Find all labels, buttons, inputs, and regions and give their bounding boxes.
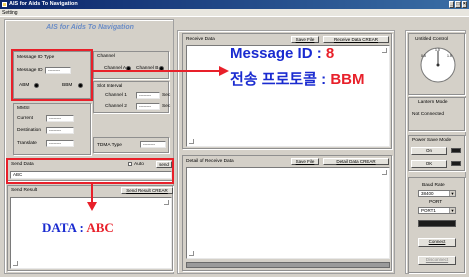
channel1-unit: Sec <box>162 93 171 98</box>
detail-save-button[interactable]: Save File <box>291 158 319 165</box>
center-panel: Receive Data Save File Receive Data CREA… <box>177 30 395 274</box>
annotation-message-id-prefix: Message ID : <box>230 45 326 62</box>
send-data-highlight <box>6 158 174 184</box>
baud-rate-value: 38400 <box>421 191 434 196</box>
chevron-down-icon: ▼ <box>449 191 455 196</box>
destination-label: Destination <box>17 128 41 133</box>
power-save-group: Power Save Mode On OK <box>408 135 465 171</box>
annotation-protocol-prefix: 전송 프로토콜 : <box>230 71 331 88</box>
app-heading: AIS for Aids To Navigation <box>46 24 134 31</box>
baud-rate-label: Baud Rate <box>422 183 445 188</box>
menu-bar: Setting <box>0 9 469 17</box>
resize-grip[interactable] <box>382 170 387 175</box>
connect-button[interactable]: Connect <box>418 238 456 247</box>
disconnect-button[interactable]: Disconnect <box>418 256 456 265</box>
channel-group: Channel Channel A Channel B <box>93 51 169 79</box>
detail-clear-button[interactable]: Detail Data CREAR <box>323 158 389 165</box>
window-title: AIS for Aids To Navigation <box>9 1 78 7</box>
port-select[interactable]: PORT1 ▼ <box>418 207 456 214</box>
detail-data-group: Detail of Receive Data Save File Detail … <box>182 155 392 271</box>
send-result-label: Send Result <box>11 188 38 193</box>
gauge-label-left: 0.5 <box>421 54 426 58</box>
on-button[interactable]: On <box>411 147 447 155</box>
message-id-highlight <box>11 49 93 101</box>
highlight-line-horizontal <box>92 70 222 72</box>
message-id-annotation: Message ID : 8 <box>230 45 334 62</box>
receive-clear-button[interactable]: Receive Data CREAR <box>323 36 389 43</box>
menu-setting[interactable]: Setting <box>2 10 18 16</box>
annotation-data-value: ABC <box>86 220 114 235</box>
window-title-bar: AIS for Aids To Navigation _ □ × <box>0 0 469 9</box>
arrow-right-icon <box>219 66 229 76</box>
current-field[interactable]: -------- <box>46 115 74 122</box>
resize-grip[interactable] <box>164 200 169 205</box>
connection-indicator <box>418 220 456 227</box>
ok-button[interactable]: OK <box>411 160 447 168</box>
resize-grip[interactable] <box>382 48 387 53</box>
detail-data-label: Detail of Receive Data <box>186 159 234 164</box>
tdma-field[interactable]: -------- <box>140 141 166 148</box>
channel2-unit: Sec <box>162 104 171 109</box>
right-panel: Untitled Control 0.5 1.0 1.5 Lantern Mod… <box>405 30 466 274</box>
mmsi-group: MMSI Current -------- Destination ------… <box>13 103 91 155</box>
annotation-message-id-value: 8 <box>325 45 335 62</box>
baud-rate-group: Baud Rate 38400 ▼ PORT PORT1 ▼ Connect D… <box>408 177 465 273</box>
arrow-down-icon <box>87 202 97 211</box>
gauge-label-top: 1.0 <box>435 48 440 52</box>
ok-indicator <box>451 161 461 166</box>
data-annotation: DATA : ABC <box>42 220 114 236</box>
lantern-status: Not Connected <box>412 112 444 117</box>
lantern-mode-group: Lantern Mode Not Connected <box>408 97 465 131</box>
highlight-line-vertical <box>91 184 93 204</box>
protocol-annotation: 전송 프로토콜 : BBM <box>230 68 364 89</box>
destination-field[interactable]: -------- <box>46 127 74 134</box>
send-result-clear-button[interactable]: Send Result CREAR <box>121 187 173 194</box>
channel2-label: Channel 2 <box>105 104 127 109</box>
receive-data-label: Receive Data <box>186 37 215 42</box>
port-label: PORT <box>429 200 443 205</box>
chevron-down-icon: ▼ <box>449 208 455 213</box>
untitled-control-group: Untitled Control 0.5 1.0 1.5 <box>408 33 465 95</box>
maximize-button[interactable]: □ <box>455 1 461 8</box>
channel-label: Channel <box>97 54 115 59</box>
untitled-control-label: Untitled Control <box>415 37 449 42</box>
tdma-label: TDMA Type <box>97 143 122 148</box>
annotation-data-prefix: DATA : <box>42 220 87 235</box>
translate-label: Translate <box>17 141 37 146</box>
tdma-group: TDMA Type -------- <box>93 137 169 153</box>
detail-data-textarea[interactable] <box>186 167 390 259</box>
annotation-protocol-value: BBM <box>330 71 365 88</box>
receive-save-button[interactable]: Save File <box>291 36 319 43</box>
horizontal-scrollbar[interactable] <box>186 262 390 268</box>
gauge-label-right: 1.5 <box>447 54 452 58</box>
baud-rate-select[interactable]: 38400 ▼ <box>418 190 456 197</box>
app-icon <box>2 2 7 7</box>
power-save-label: Power Save Mode <box>412 138 452 143</box>
window-controls: _ □ × <box>449 1 467 8</box>
slot-interval-group: Slot Interval Channel 1 -------- Sec Cha… <box>93 81 171 113</box>
port-value: PORT1 <box>421 208 436 213</box>
channel1-label: Channel 1 <box>105 93 127 98</box>
resize-grip[interactable] <box>189 139 194 144</box>
resize-grip[interactable] <box>189 251 194 256</box>
lantern-mode-label: Lantern Mode <box>418 100 448 105</box>
slot-interval-label: Slot Interval <box>97 84 123 89</box>
channel1-field[interactable]: -------- <box>136 92 160 99</box>
close-button[interactable]: × <box>461 1 467 8</box>
minimize-button[interactable]: _ <box>449 1 455 8</box>
channel2-field[interactable]: -------- <box>136 103 160 110</box>
on-indicator <box>451 148 461 153</box>
current-label: Current <box>17 116 33 121</box>
mmsi-label: MMSI <box>17 106 30 111</box>
translate-field[interactable]: -------- <box>46 140 74 147</box>
resize-grip[interactable] <box>13 261 18 266</box>
